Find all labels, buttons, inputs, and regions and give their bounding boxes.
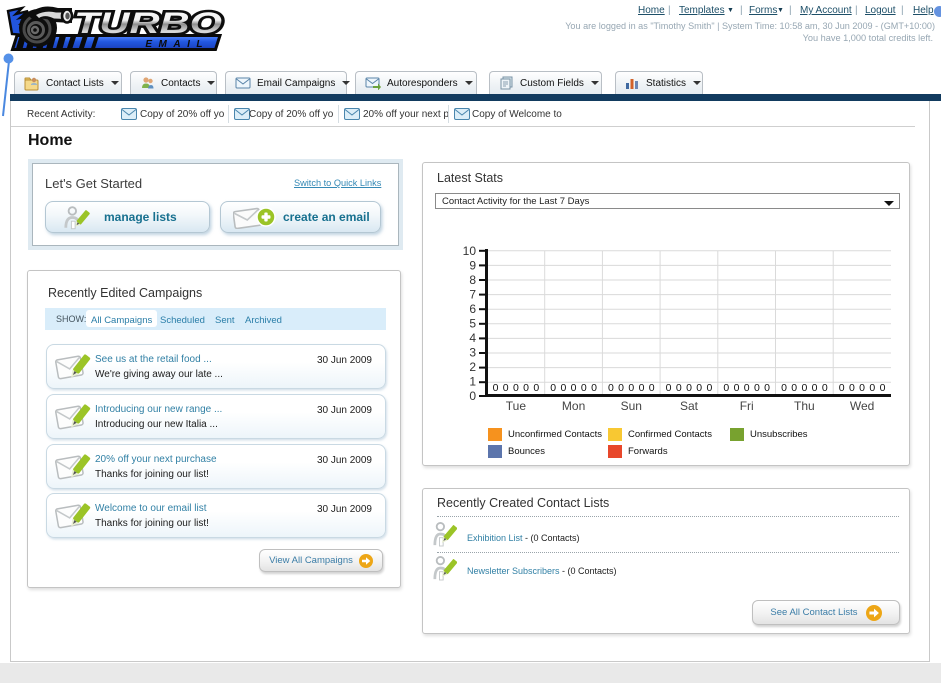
svg-text:0: 0	[781, 382, 787, 394]
svg-text:0: 0	[686, 382, 692, 394]
svg-text:Sun: Sun	[621, 399, 642, 413]
svg-text:0: 0	[560, 382, 566, 394]
svg-text:0: 0	[639, 382, 645, 394]
svg-text:0: 0	[696, 382, 702, 394]
svg-text:10: 10	[463, 244, 477, 258]
svg-text:Sat: Sat	[680, 399, 699, 413]
svg-text:0: 0	[628, 382, 634, 394]
svg-text:6: 6	[469, 302, 476, 316]
svg-text:0: 0	[723, 382, 729, 394]
svg-text:0: 0	[812, 382, 818, 394]
svg-text:0: 0	[676, 382, 682, 394]
svg-text:0: 0	[839, 382, 845, 394]
svg-text:0: 0	[608, 382, 614, 394]
svg-text:Thu: Thu	[794, 399, 815, 413]
svg-text:0: 0	[734, 382, 740, 394]
svg-text:0: 0	[706, 382, 712, 394]
svg-text:0: 0	[618, 382, 624, 394]
svg-text:0: 0	[533, 382, 539, 394]
svg-text:Fri: Fri	[740, 399, 754, 413]
svg-text:Mon: Mon	[562, 399, 585, 413]
svg-text:7: 7	[469, 288, 476, 302]
svg-text:0: 0	[791, 382, 797, 394]
svg-text:0: 0	[493, 382, 499, 394]
svg-text:0: 0	[822, 382, 828, 394]
svg-text:0: 0	[764, 382, 770, 394]
svg-text:0: 0	[571, 382, 577, 394]
svg-text:0: 0	[859, 382, 865, 394]
svg-text:0: 0	[550, 382, 556, 394]
svg-text:0: 0	[503, 382, 509, 394]
svg-text:0: 0	[880, 382, 886, 394]
svg-text:0: 0	[523, 382, 529, 394]
svg-text:5: 5	[469, 317, 476, 331]
svg-text:Tue: Tue	[506, 399, 527, 413]
svg-text:0: 0	[513, 382, 519, 394]
svg-text:8: 8	[469, 273, 476, 287]
svg-text:0: 0	[591, 382, 597, 394]
svg-text:0: 0	[666, 382, 672, 394]
svg-text:0: 0	[849, 382, 855, 394]
svg-text:0: 0	[649, 382, 655, 394]
svg-text:1: 1	[469, 375, 476, 389]
svg-text:0: 0	[744, 382, 750, 394]
svg-text:0: 0	[469, 389, 476, 403]
svg-text:4: 4	[469, 331, 476, 345]
svg-text:2: 2	[469, 360, 476, 374]
svg-text:0: 0	[754, 382, 760, 394]
svg-text:0: 0	[581, 382, 587, 394]
svg-text:9: 9	[469, 259, 476, 273]
svg-text:EMAIL: EMAIL	[145, 39, 209, 50]
svg-text:3: 3	[469, 346, 476, 360]
svg-text:0: 0	[869, 382, 875, 394]
svg-text:0: 0	[801, 382, 807, 394]
svg-text:Wed: Wed	[850, 399, 874, 413]
